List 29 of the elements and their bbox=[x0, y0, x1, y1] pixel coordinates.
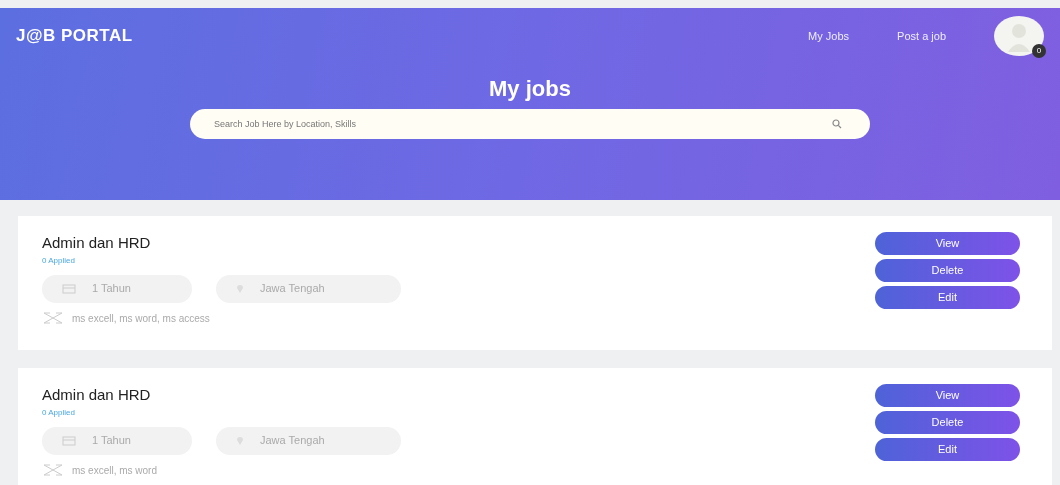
applied-count[interactable]: 0 Applied bbox=[42, 406, 875, 419]
action-button[interactable]: Edit bbox=[875, 438, 1020, 461]
skills-text: ms excell, ms word bbox=[72, 463, 157, 478]
nav-link[interactable]: Post a job bbox=[897, 27, 946, 45]
experience-text: 1 Tahun bbox=[92, 281, 131, 297]
skills-text: ms excell, ms word, ms access bbox=[72, 311, 210, 326]
user-silhouette-icon bbox=[1008, 24, 1030, 52]
nav-link[interactable]: My Jobs bbox=[808, 27, 850, 45]
location-text: Jawa Tengah bbox=[260, 433, 325, 449]
applied-count[interactable]: 0 Applied bbox=[42, 254, 875, 267]
tools-icon bbox=[42, 311, 64, 325]
notification-badge: 0 bbox=[1032, 44, 1046, 58]
experience-text: 1 Tahun bbox=[92, 433, 131, 449]
calendar-icon bbox=[62, 435, 76, 446]
search-icon[interactable] bbox=[832, 119, 842, 129]
action-button[interactable]: View bbox=[875, 384, 1020, 407]
action-button[interactable]: View bbox=[875, 232, 1020, 255]
avatar[interactable]: 0 bbox=[994, 16, 1044, 56]
page-title: My jobs bbox=[489, 75, 571, 103]
calendar-icon bbox=[62, 283, 76, 294]
job-title[interactable]: Admin dan HRD bbox=[42, 384, 875, 407]
job-title[interactable]: Admin dan HRD bbox=[42, 232, 875, 255]
search-field[interactable]: Search Job Here by Location, Skills bbox=[190, 109, 870, 139]
brand-logo[interactable]: J@B PORTAL bbox=[16, 23, 133, 49]
action-button[interactable]: Delete bbox=[875, 259, 1020, 282]
tools-icon bbox=[42, 463, 64, 477]
action-button[interactable]: Edit bbox=[875, 286, 1020, 309]
location-text: Jawa Tengah bbox=[260, 281, 325, 297]
action-button[interactable]: Delete bbox=[875, 411, 1020, 434]
